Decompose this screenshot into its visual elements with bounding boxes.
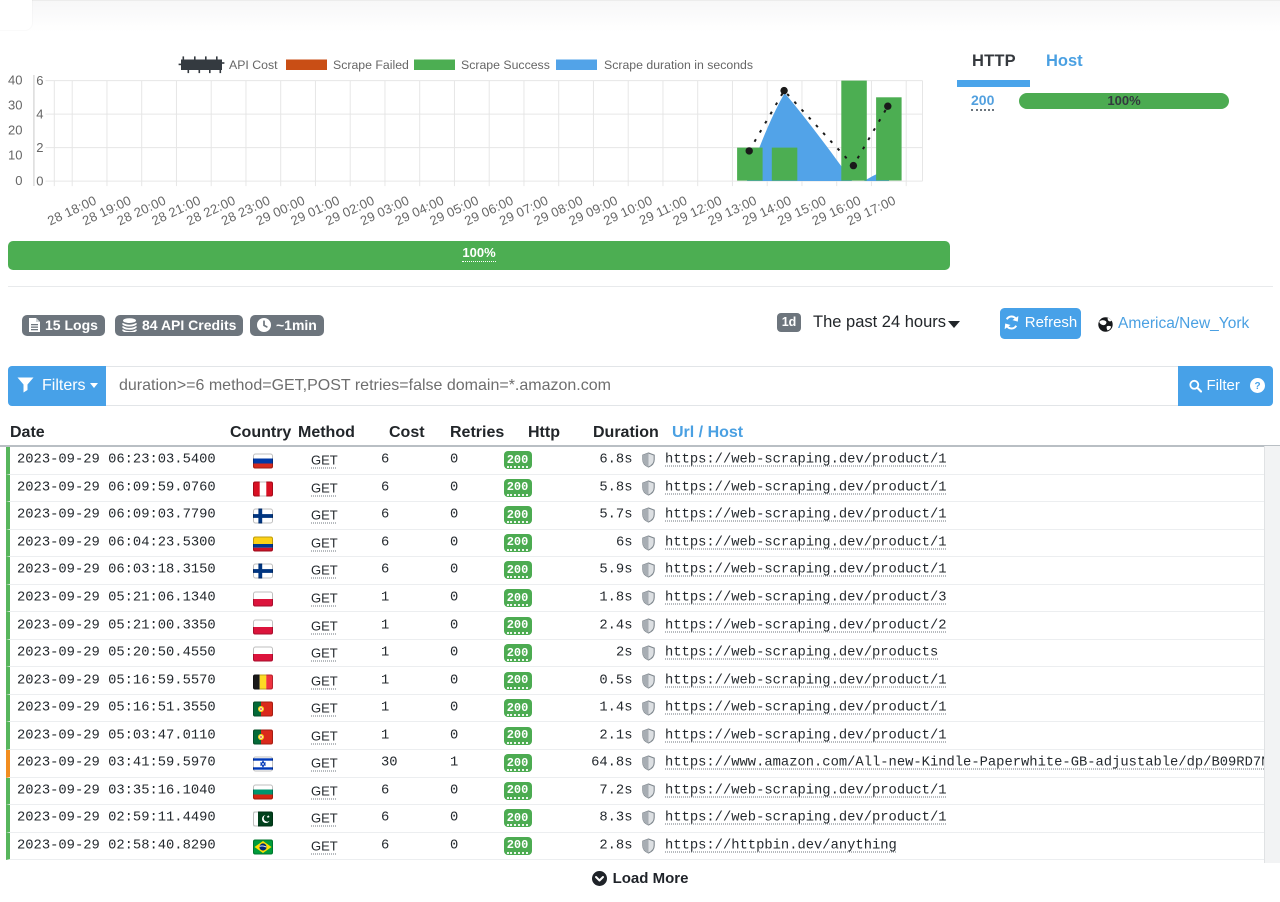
svg-text:?: ? bbox=[1254, 381, 1260, 392]
svg-text:2: 2 bbox=[36, 140, 43, 155]
svg-text:Scrape Failed: Scrape Failed bbox=[333, 58, 409, 72]
svg-text:30: 30 bbox=[8, 98, 22, 113]
svg-text:20: 20 bbox=[8, 123, 22, 138]
svg-text:API Cost: API Cost bbox=[229, 58, 278, 72]
svg-text:40: 40 bbox=[8, 72, 22, 87]
svg-text:10: 10 bbox=[8, 148, 22, 163]
svg-text:6: 6 bbox=[36, 73, 43, 88]
svg-text:0: 0 bbox=[15, 173, 22, 188]
svg-text:Scrape duration in seconds: Scrape duration in seconds bbox=[604, 58, 753, 72]
svg-text:0: 0 bbox=[36, 174, 43, 189]
svg-text:4: 4 bbox=[36, 107, 43, 122]
svg-text:Scrape Success: Scrape Success bbox=[461, 58, 550, 72]
